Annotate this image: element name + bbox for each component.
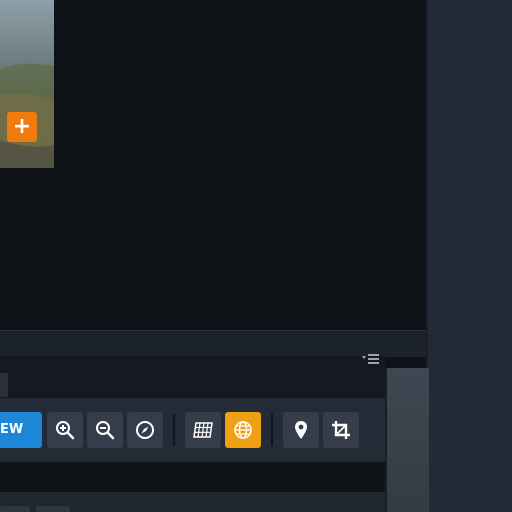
map-pin-icon	[295, 421, 307, 439]
panel-tab[interactable]	[0, 373, 8, 397]
compass-icon	[136, 421, 154, 439]
side-preview-image[interactable]	[385, 368, 429, 512]
landscape-image	[0, 63, 54, 168]
crop-icon	[332, 421, 350, 439]
location-pin-button[interactable]	[283, 412, 319, 448]
grid-button[interactable]	[185, 412, 221, 448]
plus-icon: +	[12, 114, 32, 139]
compass-button[interactable]	[127, 412, 163, 448]
bottom-tab[interactable]	[36, 506, 70, 512]
view-button-label: EW	[0, 422, 24, 437]
add-button[interactable]: +	[7, 112, 37, 142]
zoom-in-icon	[56, 421, 75, 440]
zoom-in-button[interactable]	[47, 412, 83, 448]
view-button[interactable]: EW	[0, 412, 42, 448]
map-toolbar: EW	[0, 398, 385, 462]
panel-menu-icon[interactable]	[360, 352, 384, 372]
grid-icon	[193, 422, 213, 438]
zoom-out-icon	[96, 421, 115, 440]
photo-thumbnail[interactable]: +	[0, 0, 54, 168]
bottom-tab[interactable]	[0, 506, 30, 512]
globe-icon	[234, 421, 252, 439]
toolbar-separator	[271, 414, 273, 446]
panel-lower-band	[0, 462, 385, 492]
toolbar-separator	[173, 414, 175, 446]
globe-button[interactable]	[225, 412, 261, 448]
right-sidebar	[428, 0, 512, 512]
crop-button[interactable]	[323, 412, 359, 448]
zoom-out-button[interactable]	[87, 412, 123, 448]
